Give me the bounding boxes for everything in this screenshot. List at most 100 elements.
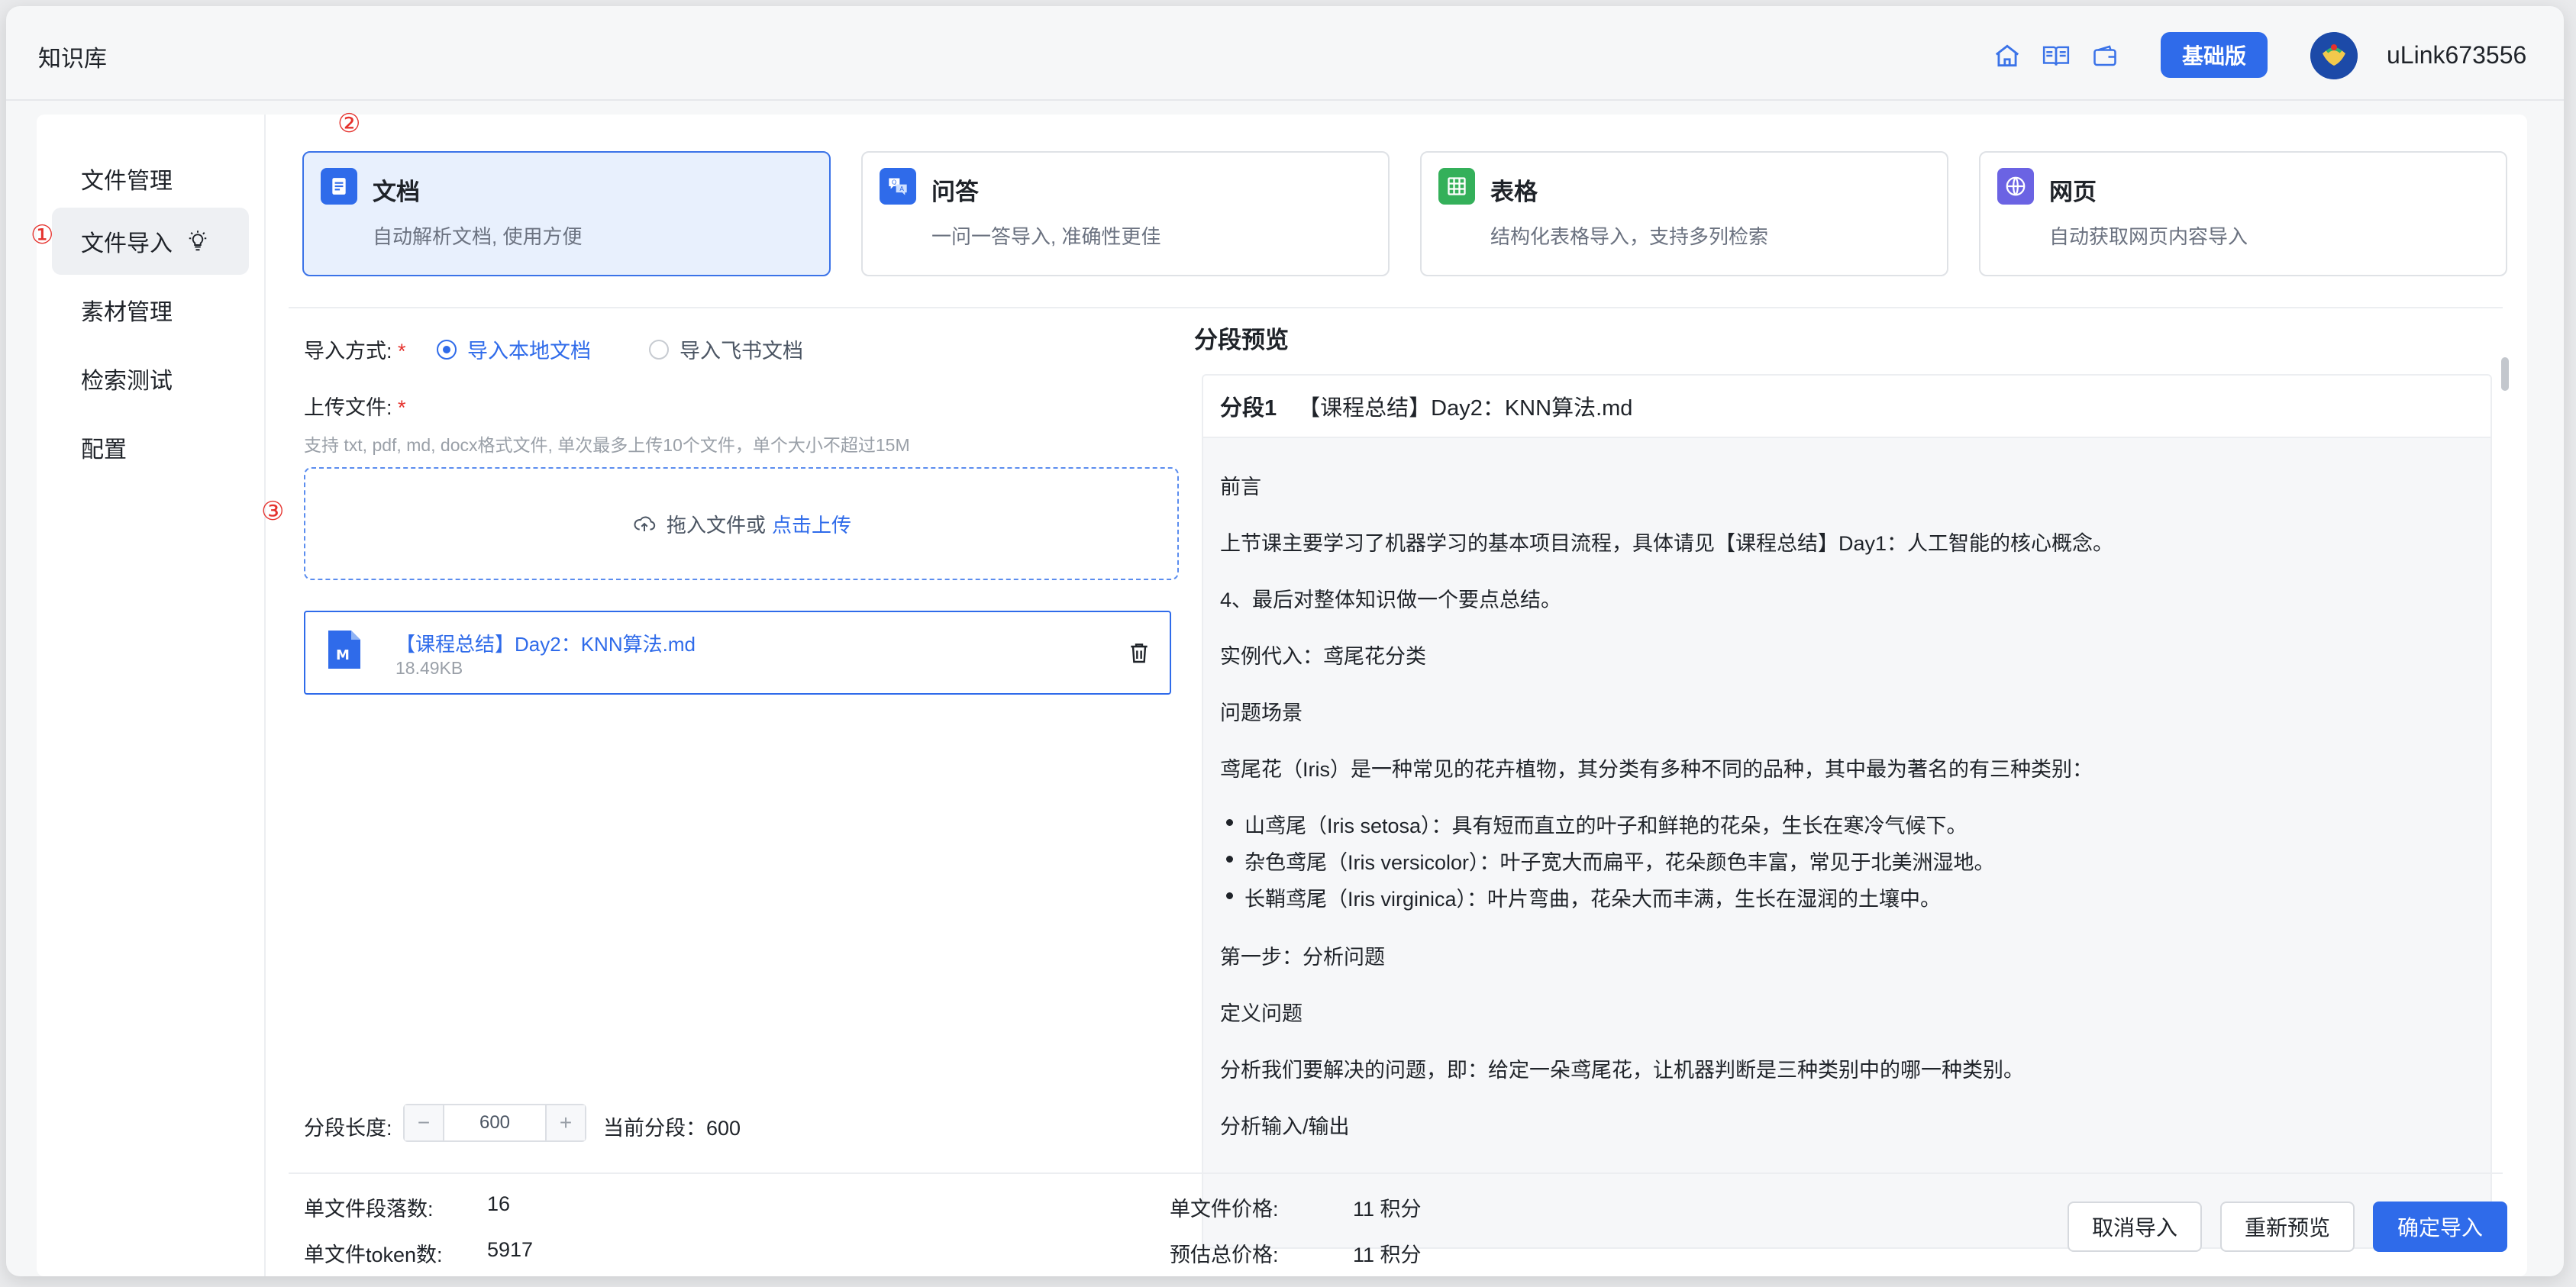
file-size: 18.49KB bbox=[395, 658, 463, 678]
section-divider bbox=[289, 307, 2503, 308]
preview-paragraph: 定义问题 bbox=[1220, 1002, 1303, 1025]
footer-divider bbox=[289, 1172, 2503, 1174]
preview-paragraph: 实例代入：鸢尾花分类 bbox=[1220, 645, 1426, 668]
segment-length-value[interactable]: 600 bbox=[443, 1105, 547, 1140]
table-icon bbox=[1438, 168, 1475, 205]
document-icon bbox=[321, 168, 357, 205]
annotation-3: ③ bbox=[261, 496, 285, 527]
current-segment: 当前分段：600 bbox=[603, 1117, 741, 1140]
decrement-button[interactable]: − bbox=[405, 1105, 443, 1140]
main-content: 文件管理 文件导入 素材管理 检索测试 配置 ① ② ③ ④ bbox=[31, 108, 2527, 1276]
annotation-1: ① bbox=[31, 220, 54, 250]
type-card-desc: 自动解析文档, 使用方便 bbox=[373, 225, 583, 248]
token-count-label: 单文件token数: bbox=[304, 1243, 443, 1266]
sidebar-item-label: 配置 bbox=[81, 437, 127, 463]
upload-label: 上传文件: * bbox=[304, 396, 406, 419]
import-method-label: 导入方式: * bbox=[304, 340, 406, 363]
type-card-document[interactable]: 文档 自动解析文档, 使用方便 bbox=[302, 151, 831, 276]
username[interactable]: uLink673556 bbox=[2387, 41, 2526, 69]
cloud-upload-icon bbox=[631, 512, 657, 535]
token-count: 5917 bbox=[487, 1238, 534, 1261]
sidebar-item-search-test[interactable]: 检索测试 bbox=[52, 345, 249, 412]
repreview-button[interactable]: 重新预览 bbox=[2220, 1202, 2355, 1252]
svg-text:Q: Q bbox=[892, 179, 896, 186]
radio-dot bbox=[649, 339, 669, 360]
sidebar-item-file-import[interactable]: 文件导入 bbox=[52, 208, 249, 275]
radio-label: 导入飞书文档 bbox=[680, 340, 803, 363]
home-icon[interactable] bbox=[1991, 40, 2023, 72]
increment-button[interactable]: + bbox=[547, 1105, 585, 1140]
paragraph-count: 16 bbox=[487, 1192, 511, 1215]
upload-dropzone[interactable]: 拖入文件或 点击上传 bbox=[304, 467, 1179, 580]
cancel-import-button[interactable]: 取消导入 bbox=[2068, 1202, 2202, 1252]
markdown-file-icon: M bbox=[327, 629, 362, 674]
preview-paragraph: 前言 bbox=[1220, 476, 1261, 498]
trash-icon[interactable] bbox=[1127, 640, 1151, 669]
preview-panel[interactable]: 分段1 【课程总结】Day2：KNN算法.md 前言 上节课主要学习了机器学习的… bbox=[1202, 374, 2492, 1249]
uploaded-file-item[interactable]: M 【课程总结】Day2：KNN算法.md 18.49KB bbox=[304, 611, 1171, 695]
preview-paragraph: 上节课主要学习了机器学习的基本项目流程，具体请见【课程总结】Day1：人工智能的… bbox=[1220, 532, 2114, 555]
type-card-title: 表格 bbox=[1490, 179, 1538, 205]
preview-bullet: 长鞘鸢尾（Iris virginica）：叶片弯曲，花朵大而丰满，生长在湿润的土… bbox=[1225, 882, 1941, 912]
preview-title: 分段预览 bbox=[1194, 327, 1289, 353]
paragraph-count-label: 单文件段落数: bbox=[304, 1198, 434, 1221]
app-window: 知识库 基础版 uLink673556 文件管理 文件导入 素材管理 检索测试 … bbox=[6, 6, 2564, 1276]
sidebar-item-label: 文件管理 bbox=[81, 169, 173, 194]
total-price-label: 预估总价格: bbox=[1170, 1243, 1279, 1266]
segment-length-stepper[interactable]: − 600 + bbox=[403, 1104, 586, 1142]
plan-badge[interactable]: 基础版 bbox=[2161, 32, 2268, 78]
preview-paragraph: 第一步：分析问题 bbox=[1220, 946, 1385, 969]
preview-paragraph: 4、最后对整体知识做一个要点总结。 bbox=[1220, 589, 1562, 611]
preview-scrollbar[interactable] bbox=[2501, 357, 2509, 391]
type-card-webpage[interactable]: 网页 自动获取网页内容导入 bbox=[1979, 151, 2507, 276]
sidebar: 文件管理 文件导入 素材管理 检索测试 配置 bbox=[37, 115, 266, 1276]
radio-import-local[interactable]: 导入本地文档 bbox=[437, 334, 591, 364]
preview-paragraph: 鸢尾花（Iris）是一种常见的花卉植物，其分类有多种不同的品种，其中最为著名的有… bbox=[1220, 758, 2093, 781]
file-price: 11 积分 bbox=[1353, 1198, 1422, 1221]
sidebar-item-label: 素材管理 bbox=[81, 300, 173, 325]
preview-bullet: 山鸢尾（Iris setosa）：具有短而直立的叶子和鲜艳的花朵，生长在寒冷气候… bbox=[1226, 809, 1968, 839]
upload-hint: 支持 txt, pdf, md, docx格式文件, 单次最多上传10个文件，单… bbox=[304, 435, 910, 455]
preview-paragraph: 问题场景 bbox=[1220, 702, 1303, 724]
svg-text:A: A bbox=[899, 185, 904, 192]
type-card-qa[interactable]: QA 问答 一问一答导入, 准确性更佳 bbox=[861, 151, 1390, 276]
total-price: 11 积分 bbox=[1353, 1243, 1422, 1266]
segment-index: 分段1 bbox=[1220, 396, 1277, 421]
sidebar-item-file-management[interactable]: 文件管理 bbox=[52, 145, 249, 212]
sidebar-item-material-management[interactable]: 素材管理 bbox=[52, 276, 249, 344]
type-card-desc: 自动获取网页内容导入 bbox=[2049, 225, 2248, 248]
type-card-desc: 结构化表格导入，支持多列检索 bbox=[1490, 225, 1769, 248]
globe-icon bbox=[1997, 168, 2034, 205]
sidebar-item-config[interactable]: 配置 bbox=[52, 414, 249, 481]
qa-icon: QA bbox=[880, 168, 916, 205]
confirm-import-button[interactable]: 确定导入 bbox=[2373, 1202, 2507, 1252]
book-icon[interactable] bbox=[2040, 40, 2072, 72]
svg-text:M: M bbox=[336, 647, 350, 663]
wallet-icon[interactable] bbox=[2089, 40, 2121, 72]
sidebar-item-label: 文件导入 bbox=[81, 231, 173, 256]
sidebar-item-label: 检索测试 bbox=[81, 369, 173, 394]
lightbulb-icon bbox=[186, 230, 209, 253]
avatar[interactable] bbox=[2310, 32, 2358, 79]
type-card-title: 文档 bbox=[373, 179, 420, 205]
type-card-title: 网页 bbox=[2049, 179, 2097, 205]
annotation-2: ② bbox=[337, 108, 361, 139]
app-title: 知识库 bbox=[38, 47, 107, 72]
type-card-title: 问答 bbox=[931, 179, 979, 205]
preview-paragraph: 分析我们要解决的问题，即：给定一朵鸢尾花，让机器判断是三种类别中的哪一种类别。 bbox=[1220, 1059, 2024, 1082]
segment-length-label: 分段长度: bbox=[304, 1117, 392, 1140]
preview-paragraph: 分析输入/输出 bbox=[1220, 1115, 1350, 1138]
segment-title: 【课程总结】Day2：KNN算法.md bbox=[1298, 396, 1633, 421]
dropzone-text: 拖入文件或 bbox=[666, 513, 766, 537]
type-card-desc: 一问一答导入, 准确性更佳 bbox=[931, 225, 1161, 248]
top-header: 知识库 基础版 uLink673556 bbox=[6, 6, 2564, 101]
file-name: 【课程总结】Day2：KNN算法.md bbox=[395, 633, 696, 656]
type-card-table[interactable]: 表格 结构化表格导入，支持多列检索 bbox=[1420, 151, 1948, 276]
click-upload-link[interactable]: 点击上传 bbox=[772, 510, 851, 538]
radio-label: 导入本地文档 bbox=[467, 340, 591, 363]
preview-bullet: 杂色鸢尾（Iris versicolor）：叶子宽大而扁平，花朵颜色丰富，常见于… bbox=[1226, 846, 1995, 876]
radio-dot bbox=[437, 339, 457, 360]
file-price-label: 单文件价格: bbox=[1170, 1198, 1279, 1221]
radio-import-feishu[interactable]: 导入飞书文档 bbox=[649, 334, 803, 364]
preview-segment-header: 分段1 【课程总结】Day2：KNN算法.md bbox=[1203, 376, 2490, 438]
